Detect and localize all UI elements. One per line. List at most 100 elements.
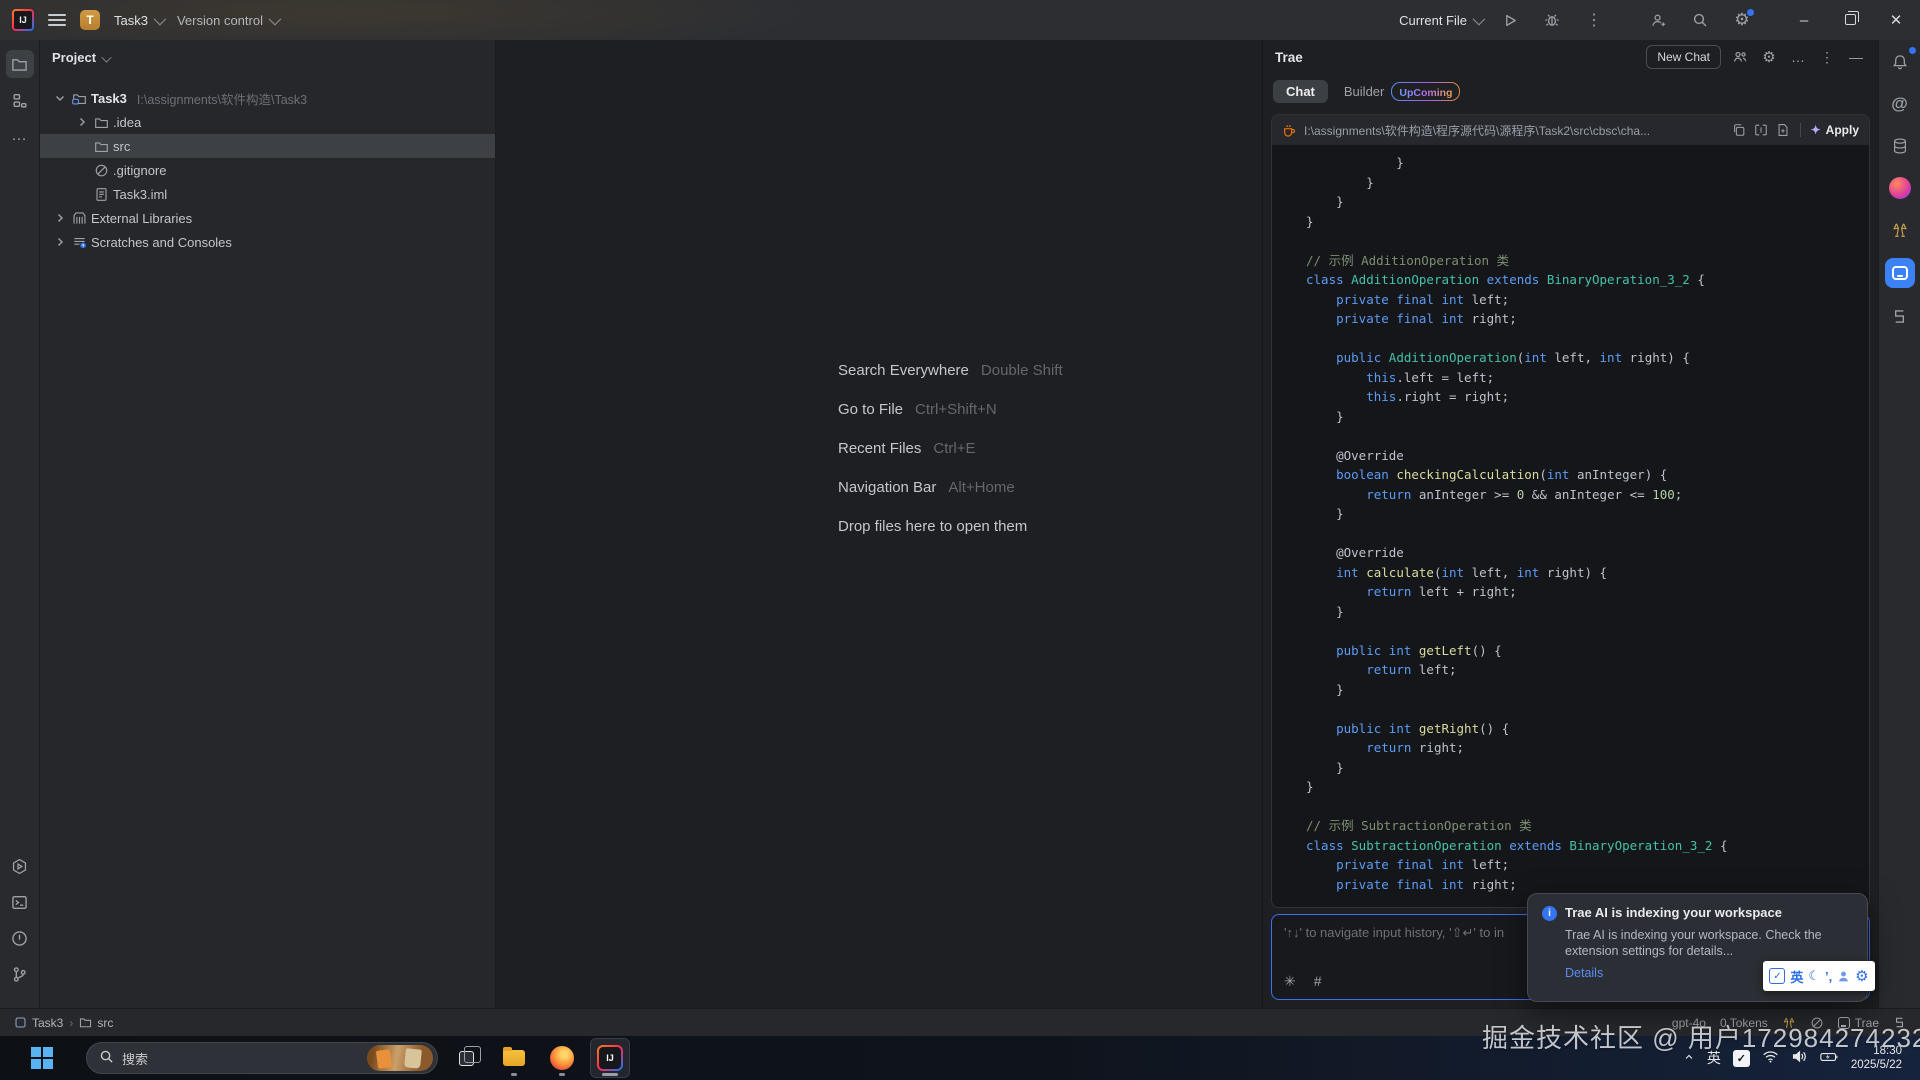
security-app-icon[interactable]: ✓	[1733, 1050, 1750, 1067]
insert-code-icon[interactable]	[1754, 123, 1768, 137]
chevron-right-icon[interactable]	[52, 234, 68, 250]
notifications-bell-icon[interactable]	[1886, 48, 1914, 76]
code-line: public AdditionOperation(int left, int r…	[1306, 348, 1869, 368]
model-indicator[interactable]: gpt-4o	[1672, 1016, 1706, 1030]
tab-chat[interactable]: Chat	[1273, 80, 1328, 103]
minimize-button[interactable]: –	[1792, 12, 1816, 29]
ime-user-icon[interactable]	[1837, 970, 1850, 983]
snippet-file-path[interactable]: I:\assignments\软件构造\程序源代码\源程序\Task2\src\…	[1304, 122, 1724, 139]
volume-icon[interactable]	[1791, 1049, 1808, 1067]
trae-settings-icon[interactable]: ⚙	[1759, 47, 1779, 67]
shortcut-action-link[interactable]: Recent Files	[838, 440, 921, 457]
battery-icon[interactable]	[1820, 1050, 1839, 1067]
debug-button[interactable]	[1542, 10, 1562, 30]
main-menu-icon[interactable]	[48, 14, 66, 26]
wifi-icon[interactable]	[1762, 1049, 1779, 1067]
code-line: boolean checkingCalculation(int anIntege…	[1306, 465, 1869, 485]
tree-item-scratches-and-consoles[interactable]: Scratches and Consoles	[40, 230, 495, 254]
ime-lang-toggle[interactable]: 英	[1790, 967, 1803, 986]
token-counter[interactable]: 0 Tokens	[1720, 1016, 1768, 1030]
notification-details-link[interactable]: Details	[1565, 966, 1603, 980]
tree-item-task3[interactable]: Task3I:\assignments\软件构造\Task3	[40, 86, 495, 110]
ime-toolbar[interactable]: ✓ 英 ☾ ’, ⚙	[1763, 961, 1875, 991]
share-users-icon[interactable]	[1730, 47, 1750, 67]
code-block[interactable]: } } }} // 示例 AdditionOperation 类class Ad…	[1272, 145, 1869, 907]
editor-area[interactable]: Search EverywhereDouble ShiftGo to FileC…	[496, 40, 1262, 1008]
file-explorer-app[interactable]	[494, 1038, 534, 1078]
enhance-prompt-icon[interactable]: ✳	[1284, 973, 1296, 990]
problems-tool-icon[interactable]	[6, 924, 34, 952]
firefox-app[interactable]	[542, 1038, 582, 1078]
ime-moon-icon[interactable]: ☾	[1808, 968, 1820, 984]
database-tool-icon[interactable]	[1886, 132, 1914, 160]
tree-item-task3-iml[interactable]: Task3.iml	[40, 182, 495, 206]
code-with-me-icon[interactable]	[1648, 10, 1668, 30]
tree-item-src[interactable]: src	[40, 134, 495, 158]
eye-off-icon[interactable]	[1810, 1016, 1824, 1030]
taskbar-search[interactable]: 搜索	[86, 1042, 438, 1074]
chat-input-actions: ✳ #	[1284, 973, 1322, 990]
shortcut-action-link[interactable]: Search Everywhere	[838, 362, 969, 379]
more-tools-icon[interactable]: …	[6, 122, 34, 150]
shortcut-action-link[interactable]: Drop files here to open them	[838, 518, 1027, 535]
shortcut-action-link[interactable]: Go to File	[838, 401, 903, 418]
breadcrumb-folder[interactable]: src	[79, 1016, 113, 1030]
project-widget[interactable]: Task3	[114, 13, 163, 28]
ime-language-indicator[interactable]: 英	[1707, 1048, 1721, 1068]
tree-item-idea[interactable]: .idea	[40, 110, 495, 134]
chevron-right-icon[interactable]	[52, 210, 68, 226]
ime-settings-icon[interactable]: ⚙	[1855, 967, 1868, 985]
tree-item-gitignore[interactable]: .gitignore	[40, 158, 495, 182]
shortcut-action-link[interactable]: Navigation Bar	[838, 479, 936, 496]
start-button[interactable]	[22, 1038, 62, 1078]
services-tool-icon[interactable]	[6, 852, 34, 880]
celebration-glasses-icon[interactable]	[1886, 216, 1914, 244]
more-horizontal-icon[interactable]: …	[1788, 47, 1808, 67]
project-panel-title: Project	[52, 50, 96, 65]
chevron-right-icon[interactable]	[74, 114, 90, 130]
tray-expand-icon[interactable]	[1683, 1051, 1695, 1066]
hide-panel-icon[interactable]: —	[1846, 47, 1866, 67]
ime-punctuation-icon[interactable]: ’,	[1825, 969, 1832, 984]
version-control-tool-icon[interactable]	[6, 960, 34, 988]
settings-gear-icon[interactable]: ⚙	[1732, 10, 1752, 30]
tab-builder[interactable]: Builder UpComing	[1344, 82, 1461, 101]
more-actions-icon[interactable]: ⋮	[1584, 10, 1604, 30]
chevron-down-icon[interactable]	[52, 90, 68, 106]
code-line: private final int right;	[1306, 309, 1869, 329]
ime-logo-icon[interactable]: ✓	[1769, 968, 1785, 984]
search-icon[interactable]	[1690, 10, 1710, 30]
kebab-menu-icon[interactable]: ⋮	[1817, 47, 1837, 67]
trae-tool-icon[interactable]	[1885, 258, 1915, 288]
search-highlight-image[interactable]	[367, 1045, 433, 1071]
terminal-tool-icon[interactable]	[6, 888, 34, 916]
trae-panel: Trae New Chat ⚙ … ⋮ — Chat Builder UpCom…	[1262, 40, 1878, 1008]
run-config-selector[interactable]: Current File	[1399, 13, 1482, 28]
trae-status-widget[interactable]: Trae	[1838, 1016, 1879, 1030]
project-panel-header[interactable]: Project	[40, 40, 495, 74]
run-button[interactable]	[1500, 10, 1520, 30]
apply-button[interactable]: ✦ Apply	[1811, 123, 1859, 137]
new-chat-button[interactable]: New Chat	[1646, 45, 1721, 69]
ai-assistant-icon[interactable]: @	[1886, 90, 1914, 118]
plugin-orb-icon[interactable]	[1886, 174, 1914, 202]
context-hash-icon[interactable]: #	[1314, 973, 1322, 990]
vcs-widget[interactable]: Version control	[177, 13, 278, 28]
copy-icon[interactable]	[1732, 123, 1746, 137]
restore-button[interactable]	[1838, 12, 1862, 29]
breadcrumb-project[interactable]: Task3	[14, 1016, 63, 1030]
structure-tool-icon[interactable]	[6, 86, 34, 114]
code-line: }	[1306, 407, 1869, 427]
shortcut-keys: Double Shift	[981, 362, 1063, 379]
new-file-icon[interactable]	[1776, 123, 1790, 137]
s-code-status-icon[interactable]	[1893, 1016, 1906, 1029]
project-tool-icon[interactable]	[6, 50, 34, 78]
task-view-button[interactable]	[446, 1038, 486, 1078]
s-code-tool-icon[interactable]	[1886, 302, 1914, 330]
tree-item-external-libraries[interactable]: External Libraries	[40, 206, 495, 230]
intellij-app[interactable]: IJ	[590, 1038, 630, 1078]
code-line: private final int left;	[1306, 855, 1869, 875]
taskbar-clock[interactable]: 18:30 2025/5/22	[1851, 1044, 1902, 1072]
celebration-status-icon[interactable]	[1782, 1016, 1796, 1030]
close-button[interactable]: ✕	[1884, 11, 1908, 29]
